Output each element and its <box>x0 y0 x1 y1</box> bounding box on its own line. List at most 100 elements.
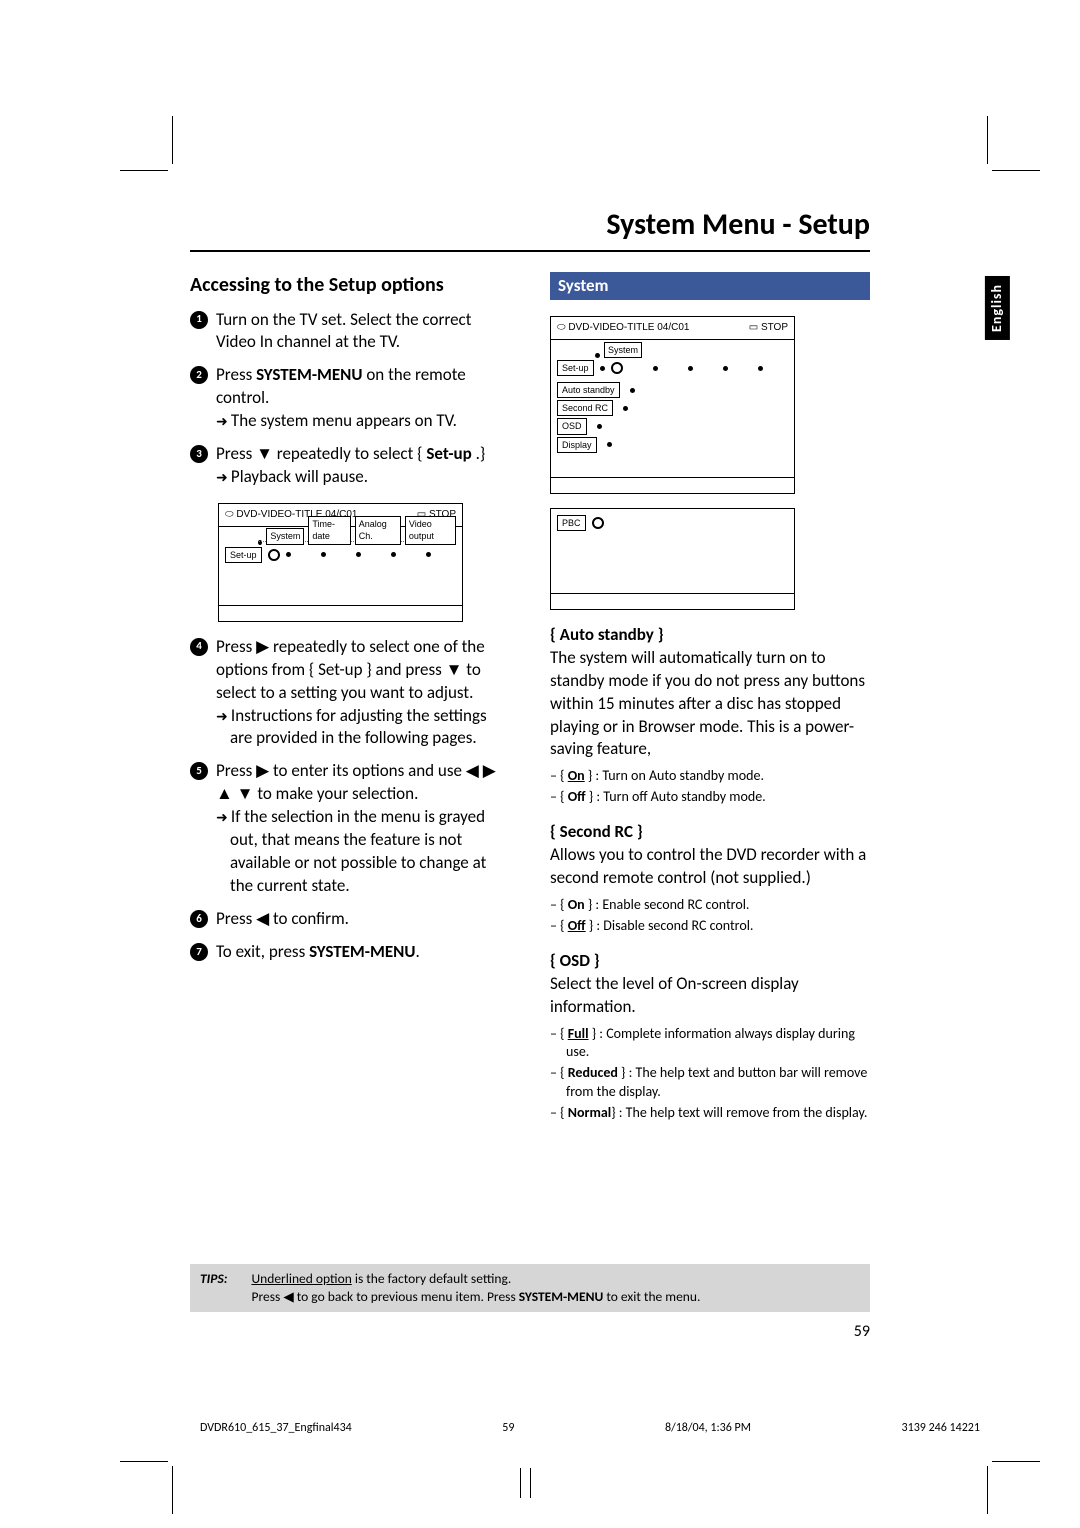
node-dot-icon <box>426 552 431 557</box>
page-title: System Menu - Setup <box>190 205 870 246</box>
bold-text: SYSTEM-MENU <box>256 364 362 385</box>
list-item: { Normal} : The help text will remove fr… <box>550 1104 870 1123</box>
crop-mark <box>987 116 988 164</box>
node-dot-icon <box>623 406 628 411</box>
node-dot-icon <box>630 388 635 393</box>
step-4: 4 Press ▶ repeatedly to select one of th… <box>190 636 510 751</box>
list-item: { Reduced } : The help text and button b… <box>550 1064 870 1102</box>
text: . <box>415 941 419 962</box>
option-list: { Full } : Complete information always d… <box>550 1025 870 1123</box>
step-5: 5 Press ▶ to enter its options and use ◀… <box>190 760 510 898</box>
tips-text: Underlined option is the factory default… <box>251 1270 700 1306</box>
step-number-icon: 4 <box>190 638 208 656</box>
crop-mark <box>530 1468 531 1498</box>
page-number: 59 <box>854 1321 870 1343</box>
footer-page: 59 <box>502 1420 514 1436</box>
step-7: 7 To exit, press SYSTEM-MENU. <box>190 941 510 964</box>
option-auto-standby: { Auto standby } The system will automat… <box>550 624 870 807</box>
menu-tab: System <box>266 528 304 544</box>
page-content: System Menu - Setup Accessing to the Set… <box>190 205 870 1123</box>
step-number-icon: 6 <box>190 910 208 928</box>
step-number-icon: 1 <box>190 311 208 329</box>
crop-mark <box>172 116 173 164</box>
footer-code: 3139 246 14221 <box>902 1420 980 1436</box>
menu-diagram-2: ⬭ DVD-VIDEO-TITLE 04/C01 ▭ STOP System S… <box>550 316 795 493</box>
menu-setup-node: Set-up <box>225 547 262 563</box>
list-item: { Off } : Turn off Auto standby mode. <box>550 788 870 807</box>
node-dot-icon <box>723 366 728 371</box>
tips-label: TIPS: <box>200 1270 227 1306</box>
step-number-icon: 7 <box>190 943 208 961</box>
node-dot-icon <box>391 552 396 557</box>
footer-bar: DVDR610_615_37_Engfinal434 59 8/18/04, 1… <box>200 1420 980 1436</box>
step-body: Turn on the TV set. Select the correct V… <box>216 309 510 355</box>
menu-diagram-2b: PBC <box>550 508 795 610</box>
option-body: Allows you to control the DVD recorder w… <box>550 844 870 890</box>
footer-filename: DVDR610_615_37_Engfinal434 <box>200 1420 352 1436</box>
tips-bar: TIPS: Underlined option is the factory d… <box>190 1264 870 1312</box>
result-line: Playback will pause. <box>216 466 510 489</box>
list-item: { Off } : Disable second RC control. <box>550 917 870 936</box>
crop-mark <box>120 1461 168 1462</box>
step-number-icon: 3 <box>190 445 208 463</box>
option-list: { On } : Turn on Auto standby mode. { Of… <box>550 767 870 807</box>
menu-item: Display <box>557 437 597 453</box>
crop-mark <box>992 170 1040 171</box>
default-underline: On <box>568 767 585 784</box>
step-1: 1 Turn on the TV set. Select the correct… <box>190 309 510 355</box>
crop-mark <box>520 1468 521 1498</box>
option-heading: { Second RC } <box>550 821 870 844</box>
right-column: System ⬭ DVD-VIDEO-TITLE 04/C01 ▭ STOP S… <box>550 272 870 1124</box>
bold-text: SYSTEM-MENU <box>309 941 415 962</box>
bold-text: Set-up <box>426 443 471 464</box>
list-item: { Full } : Complete information always d… <box>550 1025 870 1063</box>
default-underline: Off <box>568 917 586 934</box>
option-heading: { OSD } <box>550 950 870 973</box>
menu-item: Second RC <box>557 400 613 416</box>
bold-text: Reduced <box>568 1064 618 1081</box>
text: Press ◀ to confirm. <box>216 908 510 931</box>
node-dot-icon <box>321 552 326 557</box>
step-6: 6 Press ◀ to confirm. <box>190 908 510 931</box>
text: Press <box>216 364 256 385</box>
menu-tab: Video output <box>405 516 456 544</box>
result-line: The system menu appears on TV. <box>216 410 510 433</box>
footer-date: 8/18/04, 1:36 PM <box>665 1420 751 1436</box>
step-2: 2 Press SYSTEM-MENU on the remote contro… <box>190 364 510 433</box>
menu-tab: Time-date <box>308 516 350 544</box>
left-column: Accessing to the Setup options 1 Turn on… <box>190 272 510 1124</box>
option-heading: { Auto standby } <box>550 624 870 647</box>
crop-mark <box>992 1461 1040 1462</box>
option-second-rc: { Second RC } Allows you to control the … <box>550 821 870 936</box>
menu-item: Auto standby <box>557 382 620 398</box>
node-dot-icon <box>688 366 693 371</box>
text: To exit, press <box>216 941 309 962</box>
menu-header-left: ⬭ DVD-VIDEO-TITLE 04/C01 <box>557 321 689 335</box>
default-underline: Full <box>568 1025 589 1042</box>
bold-text: Off <box>568 788 586 805</box>
step-3: 3 Press ▼ repeatedly to select { Set-up … <box>190 443 510 489</box>
step-number-icon: 2 <box>190 366 208 384</box>
bold-text: On <box>568 896 585 913</box>
selection-ring-icon <box>268 549 280 561</box>
menu-item: OSD <box>557 418 587 434</box>
menu-header-right: ▭ STOP <box>749 321 788 335</box>
menu-footer <box>551 593 794 609</box>
section-heading-right: System <box>550 272 870 301</box>
menu-item: PBC <box>557 515 586 531</box>
menu-tab: System <box>604 342 642 358</box>
text: .} <box>472 443 485 464</box>
node-dot-icon <box>356 552 361 557</box>
node-dot-icon <box>607 442 612 447</box>
result-line: Instructions for adjusting the settings … <box>216 705 510 751</box>
option-body: Select the level of On-screen display in… <box>550 973 870 1019</box>
node-dot-icon <box>758 366 763 371</box>
menu-diagram-1: ⬭ DVD-VIDEO-TITLE 04/C01 ▭ STOP System T… <box>218 503 463 622</box>
selection-ring-icon <box>611 362 623 374</box>
node-dot-icon <box>653 366 658 371</box>
text: Press ▼ repeatedly to select { <box>216 443 426 464</box>
node-dot-icon <box>597 424 602 429</box>
crop-mark <box>987 1466 988 1514</box>
step-number-icon: 5 <box>190 762 208 780</box>
node-dot-icon <box>595 353 600 358</box>
